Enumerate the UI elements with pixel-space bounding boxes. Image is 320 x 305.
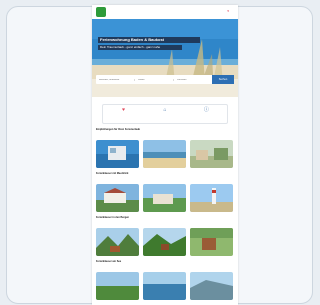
sea-view-section: Ferienhäuser mit Meerblick — [92, 172, 238, 212]
listing-image[interactable] — [143, 184, 186, 212]
usp-item: ⌂ — [144, 105, 185, 123]
listing-image[interactable] — [190, 140, 233, 168]
usp-item: ♥ — [103, 105, 144, 123]
listing-image[interactable] — [190, 228, 233, 256]
section-text — [96, 221, 234, 226]
listing-image[interactable] — [96, 272, 139, 300]
hero-title: Ferienwohnung Baden & Baukost — [98, 37, 200, 43]
site-logo[interactable] — [96, 7, 106, 17]
listing-image[interactable] — [96, 184, 139, 212]
listing-image[interactable] — [143, 272, 186, 300]
site-header: ♥ — [92, 5, 238, 19]
search-button[interactable]: Suchen — [212, 75, 234, 84]
search-bar: Reiseziel, Unterkunft Datum Personen Suc… — [96, 75, 234, 84]
section-text — [96, 265, 234, 270]
beach-hero-image — [92, 19, 238, 97]
hero-banner: Ferienwohnung Baden & Baukost Dein Traum… — [92, 19, 238, 97]
listing-image[interactable] — [190, 184, 233, 212]
recommendations-section: Empfehlungen für Ihren Ferienurlaub — [92, 128, 238, 168]
heart-icon: ♥ — [122, 107, 126, 113]
lake-section: Ferienhäuser am See — [92, 260, 238, 300]
listing-image[interactable] — [190, 272, 233, 300]
section-title: Ferienhäuser in den Bergen — [96, 216, 130, 219]
section-text — [96, 133, 234, 138]
top-nav: ♥ — [227, 9, 235, 13]
section-title: Empfehlungen für Ihren Ferienurlaub — [96, 128, 141, 131]
guests-input[interactable]: Personen — [174, 79, 212, 81]
mountains-section: Ferienhäuser in den Bergen — [92, 216, 238, 256]
section-title: Ferienhäuser mit Meerblick — [96, 172, 129, 175]
listing-image[interactable] — [96, 228, 139, 256]
heart-icon[interactable]: ♥ — [227, 9, 229, 13]
usp-box: ♥ ⌂ ⓘ — [102, 104, 228, 124]
section-title: Ferienhäuser am See — [96, 260, 122, 263]
destination-input[interactable]: Reiseziel, Unterkunft — [96, 78, 135, 81]
hero-subtitle: Dein Traumurlaub - ganz einfach - ganz n… — [98, 45, 182, 50]
usp-item: ⓘ — [186, 105, 227, 123]
info-icon: ⓘ — [203, 107, 209, 113]
section-text — [96, 177, 234, 182]
date-input[interactable]: Datum — [135, 78, 174, 81]
listing-image[interactable] — [143, 228, 186, 256]
website-page: ♥ Ferienwohnung Baden & Baukost Dein Tra… — [92, 5, 238, 305]
house-icon: ⌂ — [163, 107, 167, 113]
listing-image[interactable] — [143, 140, 186, 168]
listing-image[interactable] — [96, 140, 139, 168]
